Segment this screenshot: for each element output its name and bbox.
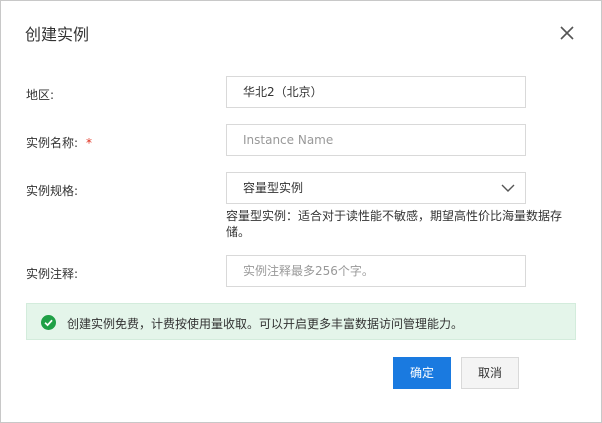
chevron-down-icon bbox=[501, 184, 515, 192]
info-notice: 创建实例免费，计费按使用量收取。可以开启更多丰富数据访问管理能力。 bbox=[26, 303, 576, 340]
required-mark: * bbox=[86, 136, 93, 150]
spec-label: 实例规格: bbox=[26, 184, 79, 198]
note-label: 实例注释: bbox=[26, 267, 79, 281]
instance-name-input[interactable]: Instance Name bbox=[226, 124, 526, 156]
confirm-button[interactable]: 确定 bbox=[393, 357, 451, 389]
create-instance-dialog: 创建实例 地区: 华北2（北京） 实例名称: * Instance Name 实例… bbox=[0, 0, 602, 423]
cancel-button[interactable]: 取消 bbox=[461, 357, 519, 389]
region-label: 地区: bbox=[26, 88, 55, 102]
dialog-title: 创建实例 bbox=[25, 25, 90, 44]
check-circle-icon bbox=[41, 315, 56, 330]
region-value: 华北2（北京） bbox=[243, 85, 323, 99]
close-icon[interactable] bbox=[557, 23, 577, 43]
spec-selected-value: 容量型实例 bbox=[243, 181, 304, 195]
instance-name-label: 实例名称: * bbox=[26, 134, 92, 151]
instance-name-label-text: 实例名称: bbox=[26, 136, 79, 150]
note-placeholder: 实例注释最多256个字。 bbox=[243, 264, 374, 278]
spec-hint: 容量型实例：适合对于读性能不敏感，期望高性价比海量数据存储。 bbox=[226, 209, 563, 239]
region-field: 华北2（北京） bbox=[226, 76, 526, 108]
notice-text: 创建实例免费，计费按使用量收取。可以开启更多丰富数据访问管理能力。 bbox=[67, 317, 464, 331]
instance-name-placeholder: Instance Name bbox=[243, 133, 334, 147]
note-input[interactable]: 实例注释最多256个字。 bbox=[226, 255, 526, 287]
spec-select[interactable]: 容量型实例 bbox=[226, 172, 526, 204]
